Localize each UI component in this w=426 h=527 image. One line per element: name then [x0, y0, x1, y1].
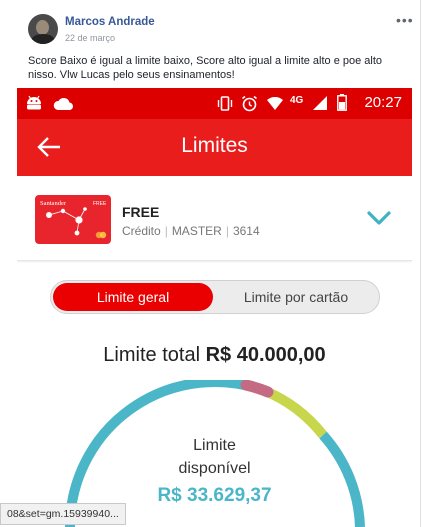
total-limit: Limite total R$ 40.000,00: [17, 344, 412, 367]
card-type: Crédito: [122, 224, 161, 238]
total-limit-label: Limite total: [103, 344, 201, 366]
app-bar: Limites: [17, 119, 412, 176]
cloud-icon: [53, 98, 73, 110]
avatar-face: [36, 20, 49, 35]
status-bar: 4G 20:27: [17, 88, 412, 119]
credit-card-image: Santander FREE: [35, 195, 111, 244]
android-icon: [27, 95, 41, 110]
facebook-post: Marcos Andrade 22 de março ••• Score Bai…: [0, 0, 421, 527]
signal-icon: [313, 96, 327, 110]
separator: |: [164, 224, 168, 238]
card-network: MASTER: [171, 224, 222, 238]
available-label-line2: disponível: [178, 460, 251, 477]
avatar[interactable]: [28, 14, 58, 44]
post-date[interactable]: 22 de março: [65, 33, 115, 43]
status-url: 08&set=gm.15939940...: [0, 503, 126, 525]
alarm-icon: [242, 95, 257, 112]
chevron-down-icon[interactable]: [367, 210, 391, 226]
page-title: Limites: [181, 134, 248, 157]
vibrate-icon: [217, 96, 233, 111]
total-limit-value: R$ 40.000,00: [205, 344, 326, 366]
more-options-icon[interactable]: •••: [396, 12, 414, 28]
battery-icon: [337, 94, 347, 111]
tab-limite-geral[interactable]: Limite geral: [53, 283, 213, 311]
card-art-icon: Santander FREE: [40, 200, 107, 239]
card-brand: Santander: [40, 200, 67, 207]
available-limit-label: Limite disponível: [17, 434, 412, 480]
network-type: 4G: [290, 95, 304, 106]
tab-limite-por-cartao[interactable]: Limite por cartão: [215, 283, 377, 311]
avatar-shirt: [31, 34, 55, 44]
limit-view-toggle: Limite geral Limite por cartão: [50, 280, 380, 314]
wifi-icon: [267, 97, 283, 110]
status-time: 20:27: [364, 94, 402, 111]
post-text: Score Baixo é igual a limite baixo, Scor…: [28, 55, 383, 81]
card-details: Crédito | MASTER | 3614: [122, 224, 260, 238]
post-author[interactable]: Marcos Andrade: [65, 16, 155, 28]
app-screenshot[interactable]: 4G 20:27 Limites Santander FREE FREE Cré…: [17, 88, 412, 527]
separator: |: [225, 224, 229, 238]
gauge-used-arc: [262, 385, 327, 439]
card-name: FREE: [122, 204, 160, 220]
available-label-line1: Limite: [193, 437, 236, 454]
card-name-on-art: FREE: [93, 201, 107, 207]
gauge-marker: [240, 380, 274, 398]
card-last-digits: 3614: [232, 224, 260, 238]
